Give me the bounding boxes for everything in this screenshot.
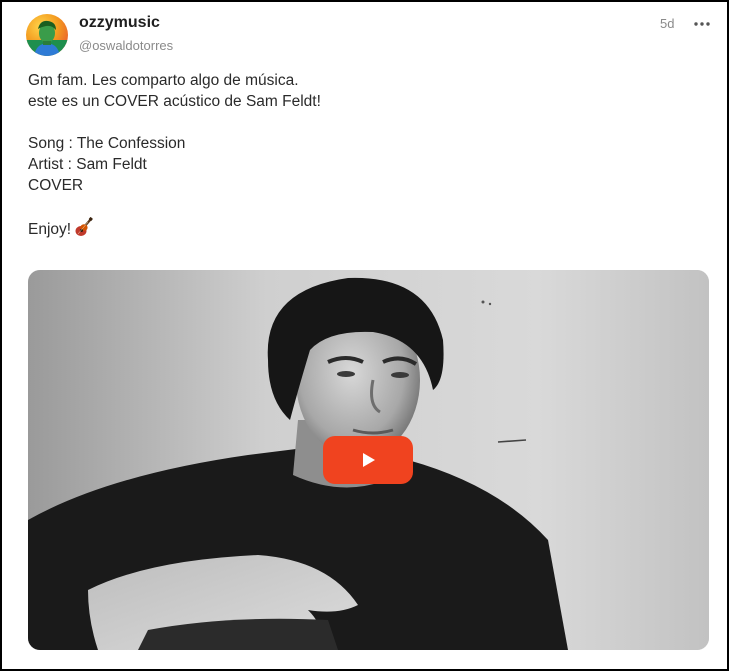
post-line: [28, 196, 688, 217]
post-line: COVER: [28, 177, 84, 194]
more-options-button[interactable]: [690, 12, 714, 36]
post-timestamp[interactable]: 5d: [660, 16, 674, 31]
post-line-with-emoji: Enjoy!: [28, 217, 688, 243]
author-display-name[interactable]: ozzymusic: [79, 14, 160, 32]
post-line: Artist : Sam Feldt: [28, 156, 147, 173]
video-embed[interactable]: [28, 270, 709, 650]
post-body: Gm fam. Les comparto algo de música. est…: [28, 70, 688, 243]
guitar-icon: [75, 217, 93, 243]
post-line: Enjoy!: [28, 221, 72, 238]
avatar-portrait-icon: [26, 20, 68, 56]
play-button[interactable]: [323, 436, 413, 484]
post-line: Song : The Confession: [28, 135, 186, 152]
author-handle[interactable]: @oswaldotorres: [79, 38, 173, 53]
author-avatar[interactable]: [26, 14, 68, 56]
more-horizontal-icon: [694, 22, 710, 26]
post-line: Gm fam. Les comparto algo de música.: [28, 72, 299, 89]
post-line: este es un COVER acústico de Sam Feldt!: [28, 93, 321, 110]
play-icon: [363, 453, 375, 467]
post-card: ozzymusic @oswaldotorres 5d Gm fam. Les …: [0, 0, 729, 671]
post-line: [28, 112, 688, 133]
